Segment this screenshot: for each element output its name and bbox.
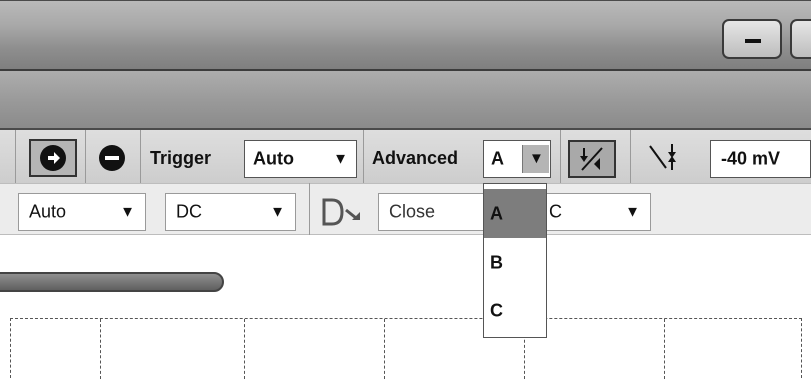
edge-button[interactable] [568, 140, 616, 178]
advanced-channel-dropdown: A B C [483, 183, 547, 338]
dropdown-option-a[interactable]: A [484, 189, 546, 238]
window-titlebar [0, 0, 811, 69]
chevron-down-icon: ▼ [120, 203, 135, 221]
close-range-placeholder: Close [389, 201, 436, 222]
advanced-channel-select[interactable]: A ▼ [483, 140, 551, 178]
row-separator [309, 183, 310, 235]
toolbar-separator [630, 130, 631, 183]
toolbar-separator [85, 130, 86, 183]
trigger-mode-value: Auto [253, 148, 294, 169]
rising-edge-icon [580, 147, 603, 171]
threshold-value: -40 mV [721, 148, 781, 169]
delay-arrow-icon [322, 198, 360, 226]
grid-line [664, 319, 665, 379]
grid-line [384, 319, 385, 379]
grid-line [100, 319, 101, 379]
coupling-value: DC [176, 201, 202, 222]
maximize-button[interactable] [790, 19, 811, 59]
chevron-down-icon: ▼ [625, 203, 640, 221]
dropdown-option-label: B [490, 252, 503, 272]
toolbar-separator [560, 130, 561, 183]
close-range-value: C [549, 201, 562, 222]
minus-circle-icon [99, 145, 125, 171]
scope-grid [10, 318, 802, 379]
trigger-mode-select[interactable]: Auto ▼ [244, 140, 357, 178]
coupling-select[interactable]: DC ▼ [165, 193, 296, 231]
threshold-select[interactable]: -40 mV [710, 140, 811, 178]
dropdown-option-b[interactable]: B [484, 238, 546, 287]
toolbar-separator [140, 130, 141, 183]
toolbar-separator [363, 130, 364, 183]
chevron-down-icon: ▼ [529, 150, 544, 167]
ribbon-band [0, 71, 811, 129]
dropdown-toggle[interactable]: ▼ [522, 145, 549, 173]
auto-select-value: Auto [29, 201, 67, 222]
run-button[interactable] [29, 139, 77, 177]
advanced-channel-value: A [491, 148, 504, 169]
chevron-down-icon: ▼ [270, 203, 285, 221]
delay-button[interactable] [320, 196, 366, 228]
progress-bar [0, 272, 224, 292]
stop-button[interactable] [94, 139, 130, 177]
toolbar-separator [15, 130, 16, 183]
arrow-right-circle-icon [40, 145, 66, 171]
minimize-button[interactable] [722, 19, 782, 59]
advanced-label: Advanced [372, 148, 459, 168]
dropdown-option-label: A [490, 203, 503, 223]
auto-select[interactable]: Auto ▼ [18, 193, 146, 231]
falling-edge-icon [649, 144, 676, 170]
dropdown-option-label: C [490, 300, 503, 320]
dropdown-option-c[interactable]: C [484, 286, 546, 335]
falling-edge-button[interactable] [646, 140, 692, 178]
trigger-label: Trigger [150, 148, 212, 168]
chevron-down-icon: ▼ [333, 150, 348, 168]
grid-line [244, 319, 245, 379]
minimize-icon [745, 39, 761, 43]
